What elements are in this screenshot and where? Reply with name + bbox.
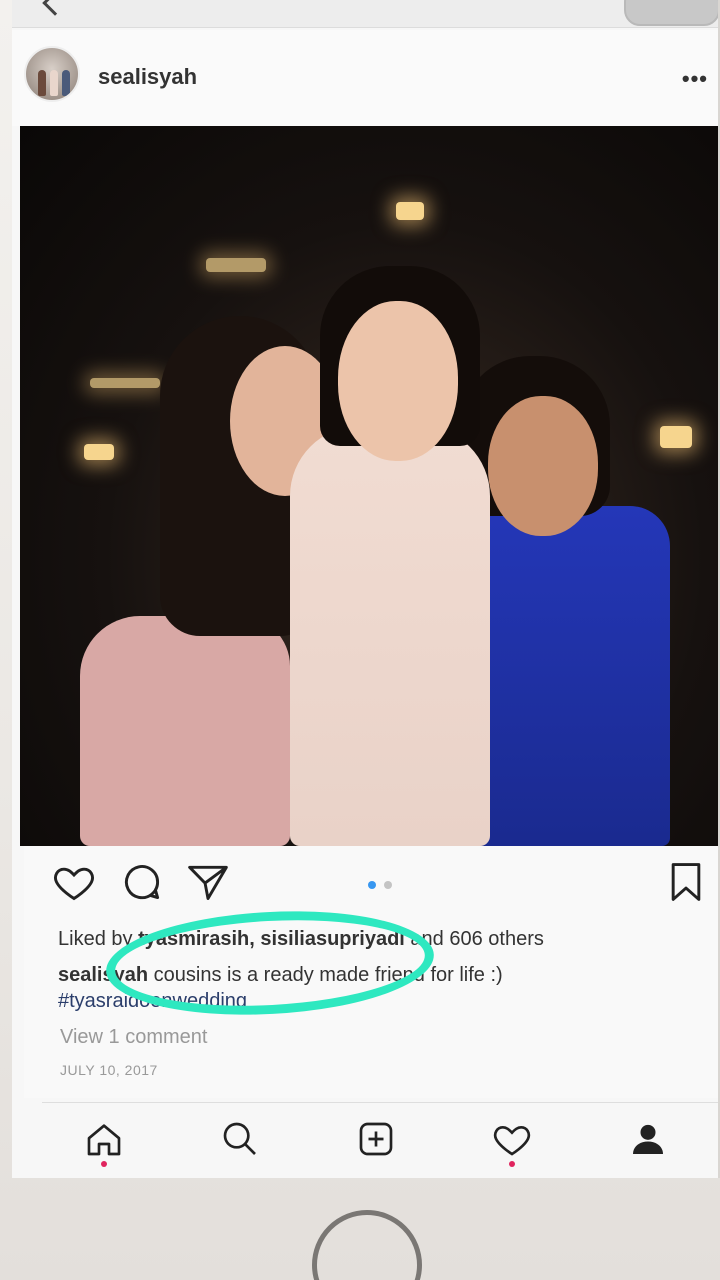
comment-icon[interactable]: [120, 860, 164, 904]
avatar-figure: [50, 70, 58, 96]
lamp-light: [396, 202, 424, 220]
bookmark-icon[interactable]: [664, 860, 708, 904]
post-date: JULY 10, 2017: [60, 1062, 158, 1078]
search-icon[interactable]: [220, 1119, 260, 1159]
top-strip: [12, 0, 718, 28]
person-right-face: [488, 396, 598, 536]
avatar-figure: [38, 70, 46, 96]
lamp-light: [90, 378, 160, 388]
person-right: [460, 506, 670, 846]
person-middle: [290, 426, 490, 846]
lamp-light: [660, 426, 692, 448]
carousel-dot: [384, 881, 393, 889]
back-icon[interactable]: [42, 0, 68, 16]
instagram-screen: sealisyah ••• Liked by tyasmirasih, sisi…: [12, 0, 720, 1178]
view-comments-link[interactable]: View 1 comment: [60, 1026, 207, 1049]
top-toggle[interactable]: [624, 0, 718, 26]
more-options-icon[interactable]: •••: [682, 66, 708, 92]
post-username[interactable]: sealisyah: [98, 64, 197, 90]
phone-home-button[interactable]: [312, 1210, 422, 1280]
phone-frame: sealisyah ••• Liked by tyasmirasih, sisi…: [0, 0, 720, 1280]
post-header: sealisyah •••: [12, 30, 718, 126]
profile-icon[interactable]: [628, 1119, 668, 1159]
person-middle-face: [338, 301, 458, 461]
person-left: [80, 616, 290, 846]
home-icon[interactable]: [84, 1119, 124, 1159]
post-photo[interactable]: [20, 126, 718, 846]
heart-icon[interactable]: [52, 860, 96, 904]
avatar-figure: [62, 70, 70, 96]
send-icon[interactable]: [186, 860, 230, 904]
avatar[interactable]: [24, 46, 80, 102]
activity-notification-dot: [509, 1161, 515, 1167]
carousel-indicator: [366, 876, 394, 894]
home-notification-dot: [101, 1161, 107, 1167]
post-action-bar: [24, 846, 718, 918]
lamp-light: [84, 444, 114, 460]
bottom-tab-bar: [42, 1102, 718, 1174]
activity-heart-icon[interactable]: [492, 1119, 532, 1159]
lamp-light: [206, 258, 266, 272]
carousel-dot-active: [368, 881, 376, 889]
add-icon[interactable]: [356, 1119, 396, 1159]
